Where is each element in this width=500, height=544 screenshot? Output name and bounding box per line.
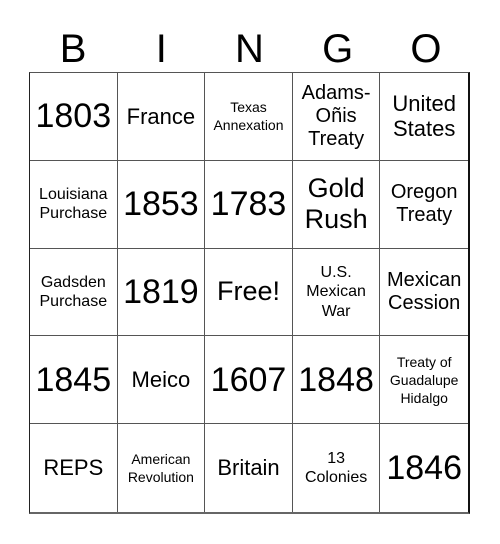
bingo-cell-r5-c2[interactable]: American Revolution [118,424,206,512]
bingo-cell-r4-c5[interactable]: Treaty of Guadalupe Hidalgo [380,336,468,425]
bingo-cell-r2-c4[interactable]: Gold Rush [292,160,381,249]
bingo-cell-r3-c1[interactable]: Gadsden Purchase [30,248,118,337]
bingo-cell-r4-c4[interactable]: 1848 [292,336,381,425]
bingo-cell-r2-c2[interactable]: 1853 [117,160,206,249]
bingo-cell-r5-c4[interactable]: 13 Colonies [293,424,381,512]
bingo-cell-r2-c5[interactable]: Oregon Treaty [380,161,468,249]
header-letter-o: O [410,27,442,71]
free-space-cell[interactable]: Free! [205,248,293,337]
bingo-cell-r1-c1[interactable]: 1803 [30,73,118,161]
bingo-cell-r5-c5[interactable]: 1846 [380,424,468,512]
bingo-cell-r5-c1[interactable]: REPS [30,424,118,512]
bingo-cell-r3-c5[interactable]: Mexican Cession [380,249,468,337]
header-letter-i: I [155,27,167,71]
bingo-header: B I N G O [29,26,470,72]
bingo-cell-r4-c2[interactable]: Meico [117,336,206,425]
bingo-cell-r3-c4[interactable]: U.S. Mexican War [292,248,381,337]
bingo-cell-r4-c1[interactable]: 1845 [30,336,118,425]
bingo-cell-r1-c4[interactable]: Adams-Oñis Treaty [292,73,381,161]
bingo-cell-r1-c3[interactable]: Texas Annexation [205,73,293,161]
bingo-cell-r2-c3[interactable]: 1783 [205,160,293,249]
bingo-cell-r2-c1[interactable]: Louisiana Purchase [30,160,118,249]
bingo-card-grid: 1803 France Texas Annexation Adams-Oñis Tre… [29,72,470,514]
header-letter-n: N [235,27,264,71]
bingo-cell-r3-c2[interactable]: 1819 [117,248,206,337]
bingo-cell-r5-c3[interactable]: Britain [205,424,293,512]
bingo-cell-r1-c5[interactable]: United States [380,73,468,161]
bingo-cell-r1-c2[interactable]: France [117,73,206,161]
header-letter-g: G [322,27,354,71]
bingo-cell-r4-c3[interactable]: 1607 [205,336,293,425]
header-letter-b: B [59,27,87,71]
